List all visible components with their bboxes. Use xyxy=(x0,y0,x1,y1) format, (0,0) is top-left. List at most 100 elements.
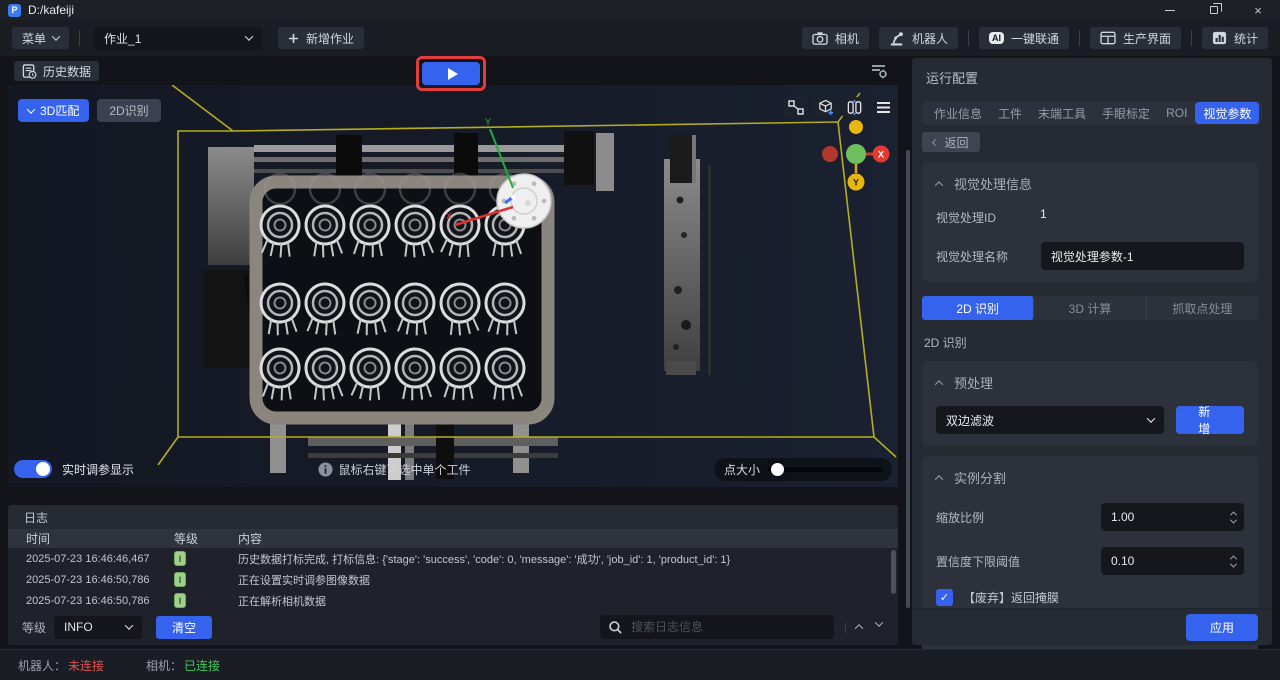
chevron-up-icon xyxy=(935,181,943,189)
apply-button[interactable]: 应用 xyxy=(1186,614,1258,641)
log-col-level: 等级 xyxy=(174,530,238,547)
log-column-headers: 时间 等级 内容 xyxy=(8,529,898,548)
maximize-button[interactable] xyxy=(1192,0,1236,20)
close-button[interactable]: × xyxy=(1236,0,1280,20)
display-settings-button[interactable] xyxy=(866,61,892,81)
point-size-slider[interactable] xyxy=(768,467,882,472)
mode-tab-grasp-point[interactable]: 抓取点处理 xyxy=(1147,296,1258,320)
level-filter-value: INFO xyxy=(64,620,93,634)
tab-hand-eye-calib[interactable]: 手眼标定 xyxy=(1094,105,1158,122)
tab-2d-detect[interactable]: 2D识别 xyxy=(97,99,160,122)
job-select[interactable]: 作业_1 xyxy=(94,27,262,50)
log-col-time: 时间 xyxy=(26,530,174,547)
app-logo-icon: P xyxy=(8,4,21,17)
confidence-spinner[interactable]: 0.10 xyxy=(1101,547,1244,575)
menu-button-label: 菜单 xyxy=(22,30,46,47)
plus-icon xyxy=(288,33,299,44)
close-icon: × xyxy=(1254,3,1262,18)
tab-workpiece[interactable]: 工件 xyxy=(990,105,1030,122)
spinner-down-icon[interactable] xyxy=(1230,560,1237,567)
one-key-link-label: 一键联通 xyxy=(1011,30,1059,47)
statistics-button[interactable]: 统计 xyxy=(1202,27,1268,49)
tab-3d-match[interactable]: 3D匹配 xyxy=(18,99,89,122)
split-view-button[interactable] xyxy=(842,97,866,118)
add-view-button[interactable] xyxy=(813,97,837,118)
hamburger-icon xyxy=(876,101,891,114)
instance-seg-header[interactable]: 实例分割 xyxy=(936,468,1244,487)
gizmo-axis-yellow[interactable] xyxy=(849,120,863,134)
log-row: 2025-07-23 16:46:46,467 I 历史数据打标完成, 打标信息… xyxy=(8,548,898,569)
tab-job-info[interactable]: 作业信息 xyxy=(926,105,990,122)
history-data-button[interactable]: 历史数据 xyxy=(14,61,99,81)
robot-status-value: 未连接 xyxy=(68,657,104,674)
log-rows: 2025-07-23 16:46:46,467 I 历史数据打标完成, 打标信息… xyxy=(8,548,898,612)
vision-info-header[interactable]: 视觉处理信息 xyxy=(936,174,1244,193)
preprocess-title: 预处理 xyxy=(954,373,993,392)
view-menu-button[interactable] xyxy=(871,97,895,118)
scale-value: 1.00 xyxy=(1111,510,1134,524)
maximize-icon xyxy=(1210,6,1218,14)
gizmo-axis-red-neg[interactable] xyxy=(822,146,838,162)
minimize-button[interactable] xyxy=(1148,0,1192,20)
log-content: 正在设置实时调参图像数据 xyxy=(238,572,898,588)
measure-tool-button[interactable] xyxy=(784,97,808,118)
return-mask-checkbox-row[interactable]: ✓ 【废弃】返回掩膜 xyxy=(936,589,1244,606)
gizmo-x-label: X xyxy=(878,150,884,160)
menubar: 菜单 作业_1 新增作业 相机 机器人 AI 一键联通 xyxy=(0,20,1280,56)
realtime-display-toggle[interactable] xyxy=(14,460,52,478)
viewport-3d: 历史数据 xyxy=(8,58,898,500)
log-scrollbar[interactable] xyxy=(891,550,896,594)
divider xyxy=(968,30,969,46)
play-button[interactable] xyxy=(422,62,480,85)
play-button-highlight[interactable] xyxy=(416,56,486,91)
checkbox-checked-icon[interactable]: ✓ xyxy=(936,589,953,606)
vision-name-input[interactable] xyxy=(1041,242,1244,270)
orientation-gizmo[interactable]: X Y xyxy=(808,115,892,196)
add-filter-button[interactable]: 新增 xyxy=(1176,406,1244,434)
camera-status-label: 相机： xyxy=(146,657,182,674)
add-job-button[interactable]: 新增作业 xyxy=(278,27,364,49)
tab-vision-params[interactable]: 视觉参数 xyxy=(1195,102,1259,124)
titlebar: P D:/kafeiji × xyxy=(0,0,1280,20)
tab-end-tool[interactable]: 末端工具 xyxy=(1030,105,1094,122)
minimize-icon xyxy=(1165,10,1175,11)
mode-tab-3d-compute[interactable]: 3D 计算 xyxy=(1034,296,1146,320)
preprocess-header[interactable]: 预处理 xyxy=(936,373,1244,392)
robot-button[interactable]: 机器人 xyxy=(879,27,958,49)
mode-tabs: 2D 识别 3D 计算 抓取点处理 xyxy=(922,296,1258,320)
statistics-label: 统计 xyxy=(1234,30,1258,47)
divider xyxy=(1079,30,1080,46)
clear-log-button[interactable]: 清空 xyxy=(156,616,212,639)
vision-info-title: 视觉处理信息 xyxy=(954,174,1032,193)
camera-icon xyxy=(812,31,828,45)
one-key-link-button[interactable]: AI 一键联通 xyxy=(979,27,1069,49)
info-icon xyxy=(318,462,333,477)
point-size-knob[interactable] xyxy=(771,463,784,476)
chevron-down-icon xyxy=(245,32,253,40)
section-label: 2D 识别 xyxy=(924,334,1272,351)
search-next-button[interactable] xyxy=(875,618,883,626)
production-ui-button[interactable]: 生产界面 xyxy=(1090,27,1181,49)
viewport-hint: 鼠标右键可选中单个工件 xyxy=(318,461,471,478)
log-search-input[interactable] xyxy=(631,620,826,634)
back-button-label: 返回 xyxy=(944,134,968,151)
job-select-value: 作业_1 xyxy=(104,30,141,47)
scale-spinner[interactable]: 1.00 xyxy=(1101,503,1244,531)
point-size-label: 点大小 xyxy=(724,461,760,478)
point-cloud-canvas[interactable]: Y X 3D匹配 xyxy=(8,85,898,487)
search-icon xyxy=(608,620,623,635)
camera-button[interactable]: 相机 xyxy=(802,27,869,49)
config-panel-scrollbar[interactable] xyxy=(906,150,910,608)
back-button[interactable]: 返回 xyxy=(922,132,980,152)
gizmo-center[interactable] xyxy=(846,144,866,164)
chevron-down-icon xyxy=(52,32,60,40)
log-time: 2025-07-23 16:46:46,467 xyxy=(26,553,174,565)
viewport-hint-text: 鼠标右键可选中单个工件 xyxy=(339,461,471,478)
mode-tab-2d-detect[interactable]: 2D 识别 xyxy=(922,296,1034,320)
spinner-down-icon[interactable] xyxy=(1230,516,1237,523)
menu-button[interactable]: 菜单 xyxy=(12,27,69,49)
tab-roi[interactable]: ROI xyxy=(1158,106,1195,120)
filter-select[interactable]: 双边滤波 xyxy=(936,406,1164,434)
search-prev-button[interactable] xyxy=(855,624,863,632)
level-filter-select[interactable]: INFO xyxy=(54,616,142,639)
